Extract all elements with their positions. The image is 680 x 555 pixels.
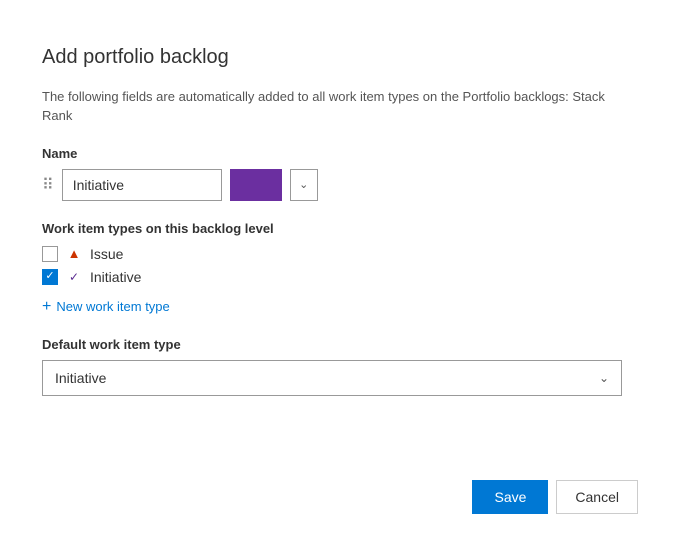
dialog-title: Add portfolio backlog bbox=[42, 46, 638, 69]
initiative-checkbox[interactable] bbox=[42, 269, 58, 285]
default-type-value: Initiative bbox=[55, 370, 106, 386]
list-item: ✓ Initiative bbox=[42, 269, 638, 285]
cancel-button[interactable]: Cancel bbox=[556, 480, 638, 514]
color-picker-button[interactable] bbox=[230, 169, 282, 201]
name-input[interactable] bbox=[62, 169, 222, 201]
list-item: ▲ Issue bbox=[42, 246, 638, 262]
name-label: Name bbox=[42, 146, 638, 161]
description-text: The following fields are automatically a… bbox=[42, 87, 638, 126]
color-dropdown-chevron-button[interactable]: ⌄ bbox=[290, 169, 318, 201]
add-new-work-item-type-link[interactable]: + New work item type bbox=[42, 299, 170, 315]
drag-icon: ⠿ bbox=[42, 175, 54, 195]
issue-checkbox[interactable] bbox=[42, 246, 58, 262]
add-new-label: New work item type bbox=[56, 299, 169, 314]
issue-icon: ▲ bbox=[66, 246, 82, 262]
dialog-footer: Save Cancel bbox=[472, 480, 638, 514]
add-portfolio-backlog-dialog: Add portfolio backlog The following fiel… bbox=[10, 18, 670, 538]
initiative-icon: ✓ bbox=[66, 269, 82, 285]
save-button[interactable]: Save bbox=[472, 480, 548, 514]
default-type-dropdown[interactable]: Initiative ⌄ bbox=[42, 360, 622, 396]
initiative-label: Initiative bbox=[90, 269, 141, 285]
default-type-label: Default work item type bbox=[42, 337, 638, 352]
default-work-item-type-section: Default work item type Initiative ⌄ bbox=[42, 337, 638, 396]
dropdown-chevron-icon: ⌄ bbox=[599, 371, 609, 385]
issue-label: Issue bbox=[90, 246, 123, 262]
name-row: ⠿ ⌄ bbox=[42, 169, 638, 201]
work-item-types-list: ▲ Issue ✓ Initiative bbox=[42, 246, 638, 285]
work-item-types-label: Work item types on this backlog level bbox=[42, 221, 638, 236]
plus-icon: + bbox=[42, 299, 51, 315]
chevron-down-icon: ⌄ bbox=[299, 178, 308, 191]
